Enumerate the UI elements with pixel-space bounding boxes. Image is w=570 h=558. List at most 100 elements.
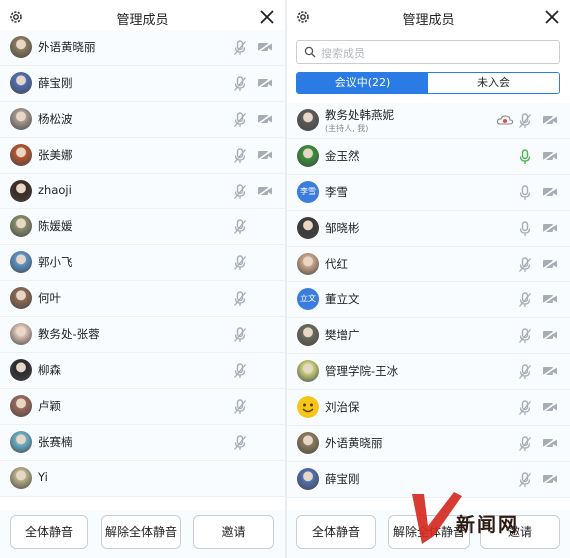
camera-off-icon[interactable] — [542, 186, 558, 198]
camera-off-icon[interactable] — [257, 77, 273, 89]
avatar-photo — [10, 215, 32, 238]
camera-off-icon[interactable] — [257, 113, 273, 125]
mic-muted-icon[interactable] — [518, 256, 532, 273]
member-name: 柳森 — [38, 363, 61, 378]
mic-muted-icon[interactable] — [518, 400, 532, 416]
member-row[interactable]: 薛宝刚 — [0, 65, 285, 102]
mic-muted-icon[interactable] — [518, 292, 532, 308]
left-manage-members-panel: 管理成员 外语黄晓丽 薛宝刚 杨松波 张美娜 zhaoji 陈媛媛 郭小飞 何叶 教务处-张蓉柳… — [0, 0, 285, 558]
member-row[interactable]: 张赛楠 — [0, 424, 285, 461]
member-row[interactable]: 管理学院-王冰 — [287, 354, 570, 391]
camera-off-icon[interactable] — [542, 437, 558, 449]
mic-muted-icon[interactable] — [233, 435, 247, 451]
member-name: 董立文 — [325, 292, 360, 307]
left-invite-button[interactable]: 邀请 — [193, 515, 274, 549]
member-name: 李雪 — [325, 184, 348, 199]
member-row[interactable]: 代红 — [287, 246, 570, 283]
member-row[interactable]: 教务处-张蓉 — [0, 317, 285, 354]
avatar-photo — [10, 323, 32, 346]
member-name: 薛宝刚 — [325, 471, 360, 486]
avatar-photo — [297, 216, 319, 239]
mic-muted-icon[interactable] — [518, 328, 532, 344]
mic-muted-icon[interactable] — [233, 363, 247, 379]
member-row[interactable]: 张美娜 — [0, 137, 285, 174]
member-name: 樊增广 — [325, 328, 360, 343]
avatar-photo — [10, 287, 32, 310]
member-name: 外语黄晓丽 — [325, 436, 383, 451]
watermark-text: 新闻网 — [456, 514, 520, 536]
member-name: 代红 — [325, 256, 348, 271]
camera-off-icon[interactable] — [257, 184, 273, 197]
mic-muted-icon[interactable] — [233, 291, 247, 307]
mic-muted-icon[interactable] — [233, 183, 247, 200]
left-close-icon[interactable] — [259, 9, 275, 25]
member-row[interactable]: 教务处韩燕妮 (主持人, 我) — [287, 103, 570, 139]
avatar-photo — [10, 466, 32, 489]
search-members-input[interactable]: 搜索成员 — [296, 40, 560, 64]
mic-muted-icon[interactable] — [233, 76, 247, 92]
microphone-icon[interactable] — [518, 185, 532, 201]
left-mute-all-button[interactable]: 全体静音 — [10, 515, 88, 549]
member-name: 张赛楠 — [38, 434, 73, 449]
avatar-photo — [10, 36, 32, 58]
member-name: zhaoji — [38, 182, 72, 197]
mic-muted-icon[interactable] — [518, 364, 532, 380]
camera-off-icon[interactable] — [257, 41, 273, 53]
member-row[interactable]: 郭小飞 — [0, 245, 285, 282]
camera-off-icon[interactable] — [542, 114, 558, 126]
member-row[interactable]: 邹晓彬 — [287, 210, 570, 247]
tab-in-meeting[interactable]: 会议中(22) — [297, 73, 428, 93]
member-row[interactable]: 立文 董立文 — [287, 282, 570, 319]
member-row[interactable]: Yi — [0, 460, 285, 497]
left-unmute-all-button[interactable]: 解除全体静音 — [101, 515, 181, 549]
camera-off-icon[interactable] — [542, 401, 558, 413]
mic-muted-icon[interactable] — [233, 112, 247, 128]
member-name: 张美娜 — [38, 147, 73, 162]
camera-off-icon[interactable] — [542, 329, 558, 341]
camera-off-icon[interactable] — [542, 257, 558, 270]
member-name: 卢颖 — [38, 398, 61, 413]
mic-muted-icon[interactable] — [518, 113, 532, 129]
member-row[interactable]: 何叶 — [0, 281, 285, 318]
member-name: 金玉然 — [325, 148, 360, 163]
member-row[interactable]: 外语黄晓丽 — [0, 30, 285, 66]
member-row[interactable]: 外语黄晓丽 — [287, 426, 570, 462]
meeting-status-tabs: 会议中(22) 未入会 — [296, 72, 560, 94]
mic-muted-icon[interactable] — [233, 255, 247, 271]
mic-muted-icon[interactable] — [233, 147, 247, 164]
member-row[interactable]: 刘治保 — [287, 390, 570, 427]
camera-off-icon[interactable] — [542, 365, 558, 377]
mic-muted-icon[interactable] — [233, 327, 247, 343]
microphone-icon[interactable] — [518, 220, 532, 237]
mic-muted-icon[interactable] — [233, 219, 247, 235]
member-row[interactable]: 金玉然 — [287, 138, 570, 175]
mic-muted-icon[interactable] — [233, 399, 247, 415]
member-role-label: (主持人, 我) — [325, 124, 369, 133]
mic-muted-icon[interactable] — [233, 40, 247, 56]
member-row[interactable]: 陈媛媛 — [0, 209, 285, 246]
camera-off-icon[interactable] — [257, 149, 273, 161]
search-placeholder: 搜索成员 — [321, 47, 365, 60]
member-row[interactable]: 卢颖 — [0, 388, 285, 425]
right-header: 管理成员 — [287, 0, 570, 34]
left-member-list: 外语黄晓丽薛宝刚 杨松波张美娜 zhaoji 陈媛媛 郭小飞 何叶 教务处-张蓉柳森卢颖张赛… — [0, 30, 285, 497]
left-footer: 全体静音 解除全体静音 邀请 — [0, 510, 285, 558]
camera-off-icon[interactable] — [542, 293, 558, 306]
cloud-recording-icon — [496, 115, 514, 125]
avatar-photo — [10, 359, 32, 382]
member-row[interactable]: 樊增广 — [287, 318, 570, 355]
right-mute-all-button[interactable]: 全体静音 — [296, 515, 376, 549]
camera-off-icon[interactable] — [542, 150, 558, 162]
member-row[interactable]: zhaoji — [0, 173, 285, 210]
member-name: 外语黄晓丽 — [38, 40, 96, 54]
right-close-icon[interactable] — [544, 9, 560, 25]
microphone-icon[interactable] — [518, 149, 532, 165]
right-manage-members-panel: 管理成员 搜索成员 会议中(22) 未入会 教务处韩燕妮 (主持人, 我) 金玉然李… — [287, 0, 570, 558]
tab-not-joined[interactable]: 未入会 — [428, 73, 559, 93]
member-row[interactable]: 柳森 — [0, 353, 285, 389]
camera-off-icon[interactable] — [542, 222, 558, 234]
mic-muted-icon[interactable] — [518, 436, 532, 452]
member-row[interactable]: 李雪 李雪 — [287, 174, 570, 211]
news-site-watermark: 新闻网 — [404, 484, 564, 554]
member-row[interactable]: 杨松波 — [0, 101, 285, 138]
